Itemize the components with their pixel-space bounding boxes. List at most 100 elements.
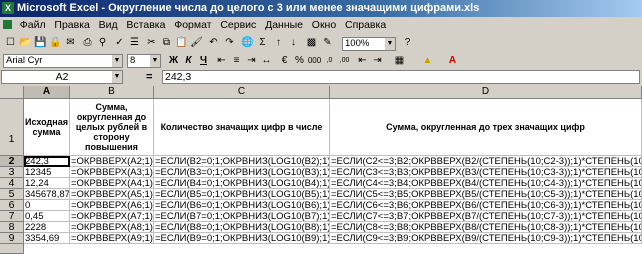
- cell-c9[interactable]: =ЕСЛИ(B9=0;1;ОКРВНИЗ(LOG10(B9);1)+1): [154, 233, 330, 244]
- new-icon[interactable]: ☐: [3, 36, 18, 50]
- row-header-9[interactable]: 9: [0, 233, 24, 244]
- cell-d2[interactable]: =ЕСЛИ(C2<=3;B2;ОКРВВЕРХ(B2/(СТЕПЕНЬ(10;C…: [330, 156, 642, 167]
- cell-d4[interactable]: =ЕСЛИ(C4<=3;B4;ОКРВВЕРХ(B4/(СТЕПЕНЬ(10;C…: [330, 178, 642, 189]
- header-cell-c[interactable]: Количество значащих цифр в числе: [154, 99, 330, 156]
- menu-help[interactable]: Справка: [342, 17, 389, 31]
- formula-input[interactable]: 242,3: [162, 70, 640, 84]
- menu-view[interactable]: Вид: [96, 17, 121, 31]
- column-header-d[interactable]: D: [330, 86, 642, 99]
- copy-icon[interactable]: ⧉: [159, 36, 174, 50]
- menu-insert[interactable]: Вставка: [123, 17, 168, 31]
- cell-b9[interactable]: =ОКРВВЕРХ(A9;1): [70, 233, 154, 244]
- cell-b5[interactable]: =ОКРВВЕРХ(A5;1): [70, 189, 154, 200]
- cell-c8[interactable]: =ЕСЛИ(B8=0;1;ОКРВНИЗ(LOG10(B8);1)+1): [154, 222, 330, 233]
- column-header-c[interactable]: C: [154, 86, 330, 99]
- cell-a2[interactable]: 242,3: [24, 156, 70, 167]
- excel-app-icon[interactable]: X: [2, 2, 14, 14]
- increase-indent-icon[interactable]: ⇥: [370, 54, 385, 68]
- cell-d3[interactable]: =ЕСЛИ(C3<=3;B3;ОКРВВЕРХ(B3/(СТЕПЕНЬ(10;C…: [330, 167, 642, 178]
- italic-button[interactable]: К: [181, 54, 196, 68]
- permission-icon[interactable]: 🔒: [48, 36, 63, 50]
- select-all-corner[interactable]: [0, 86, 24, 99]
- cell-d8[interactable]: =ЕСЛИ(C8<=3;B8;ОКРВВЕРХ(B8/(СТЕПЕНЬ(10;C…: [330, 222, 642, 233]
- font-color-icon[interactable]: A: [445, 54, 460, 68]
- cell-a6[interactable]: 0: [24, 200, 70, 211]
- formula-equals-icon[interactable]: =: [146, 71, 152, 83]
- cell-c6[interactable]: =ЕСЛИ(B6=0;1;ОКРВНИЗ(LOG10(B6);1)+1): [154, 200, 330, 211]
- header-cell-b[interactable]: Сумма, округленная до целых рублей в сто…: [70, 99, 154, 156]
- merge-center-icon[interactable]: ↔: [259, 54, 274, 68]
- column-header-a[interactable]: A: [24, 86, 70, 99]
- bold-button[interactable]: Ж: [166, 54, 181, 68]
- cell-b7[interactable]: =ОКРВВЕРХ(A7;1): [70, 211, 154, 222]
- menu-window[interactable]: Окно: [309, 17, 339, 31]
- cell-a3[interactable]: 12345: [24, 167, 70, 178]
- hyperlink-icon[interactable]: 🌐: [240, 36, 255, 50]
- save-icon[interactable]: 💾: [33, 36, 48, 50]
- cell-b2[interactable]: =ОКРВВЕРХ(A2;1): [70, 156, 154, 167]
- fill-color-icon[interactable]: ▲: [420, 54, 435, 68]
- sort-desc-icon[interactable]: ↓: [286, 36, 301, 50]
- cell-a5[interactable]: 345678,87: [24, 189, 70, 200]
- chevron-down-icon[interactable]: ▼: [149, 55, 160, 67]
- cell-b6[interactable]: =ОКРВВЕРХ(A6;1): [70, 200, 154, 211]
- underline-button[interactable]: Ч: [196, 54, 211, 68]
- zoom-select[interactable]: 100% ▼: [342, 37, 396, 51]
- decrease-indent-icon[interactable]: ⇤: [355, 54, 370, 68]
- menu-tools[interactable]: Сервис: [217, 17, 259, 31]
- thousands-icon[interactable]: 000: [307, 54, 322, 68]
- header-cell-d[interactable]: Сумма, округленная до трех значащих цифр: [330, 99, 642, 156]
- increase-decimal-icon[interactable]: ,0: [322, 54, 337, 68]
- worksheet-grid[interactable]: A B C D 1 Исходная сумма Сумма, округлен…: [0, 86, 642, 254]
- cell-d9[interactable]: =ЕСЛИ(C9<=3;B9;ОКРВВЕРХ(B9/(СТЕПЕНЬ(10;C…: [330, 233, 642, 244]
- cell-b3[interactable]: =ОКРВВЕРХ(A3;1): [70, 167, 154, 178]
- cell-d6[interactable]: =ЕСЛИ(C6<=3;B6;ОКРВВЕРХ(B6/(СТЕПЕНЬ(10;C…: [330, 200, 642, 211]
- decrease-decimal-icon[interactable]: ,00: [337, 54, 352, 68]
- paste-icon[interactable]: 📋: [174, 36, 189, 50]
- cell-c5[interactable]: =ЕСЛИ(B5=0;1;ОКРВНИЗ(LOG10(B5);1)+1): [154, 189, 330, 200]
- research-icon[interactable]: ☰: [127, 36, 142, 50]
- print-preview-icon[interactable]: ⚲: [95, 36, 110, 50]
- menu-file[interactable]: Файл: [17, 17, 49, 31]
- cut-icon[interactable]: ✂: [144, 36, 159, 50]
- cell-b8[interactable]: =ОКРВВЕРХ(A8;1): [70, 222, 154, 233]
- cell-d7[interactable]: =ЕСЛИ(C7<=3;B7;ОКРВВЕРХ(B7/(СТЕПЕНЬ(10;C…: [330, 211, 642, 222]
- open-icon[interactable]: 📂: [18, 36, 33, 50]
- percent-icon[interactable]: %: [292, 54, 307, 68]
- print-icon[interactable]: ⎙: [80, 36, 95, 50]
- drawing-icon[interactable]: ✎: [320, 36, 335, 50]
- cell-a4[interactable]: 12,24: [24, 178, 70, 189]
- align-left-icon[interactable]: ⇤: [214, 54, 229, 68]
- autosum-icon[interactable]: Σ: [255, 36, 270, 50]
- align-center-icon[interactable]: ≡: [229, 54, 244, 68]
- row-header-1[interactable]: 1: [0, 99, 24, 156]
- align-right-icon[interactable]: ⇥: [244, 54, 259, 68]
- redo-icon[interactable]: ↷: [222, 36, 237, 50]
- cell-a7[interactable]: 0,45: [24, 211, 70, 222]
- cell-a9[interactable]: 3354,69: [24, 233, 70, 244]
- cell-c7[interactable]: =ЕСЛИ(B7=0;1;ОКРВНИЗ(LOG10(B7);1)+1): [154, 211, 330, 222]
- cell-d5[interactable]: =ЕСЛИ(C5<=3;B5;ОКРВВЕРХ(B5/(СТЕПЕНЬ(10;C…: [330, 189, 642, 200]
- row-header-10[interactable]: [0, 244, 24, 254]
- font-name-select[interactable]: Arial Cyr ▼: [3, 54, 123, 68]
- chevron-down-icon[interactable]: ▼: [112, 71, 122, 83]
- cell-c2[interactable]: =ЕСЛИ(B2=0;1;ОКРВНИЗ(LOG10(B2);1)+1): [154, 156, 330, 167]
- currency-icon[interactable]: €: [277, 54, 292, 68]
- font-size-select[interactable]: 8 ▼: [127, 54, 161, 68]
- header-cell-a[interactable]: Исходная сумма: [24, 99, 70, 156]
- sort-asc-icon[interactable]: ↑: [271, 36, 286, 50]
- column-header-b[interactable]: B: [70, 86, 154, 99]
- chart-wizard-icon[interactable]: ▩: [304, 36, 319, 50]
- cell-c3[interactable]: =ЕСЛИ(B3=0;1;ОКРВНИЗ(LOG10(B3);1)+1): [154, 167, 330, 178]
- menu-data[interactable]: Данные: [262, 17, 306, 31]
- document-icon[interactable]: [3, 20, 12, 29]
- menu-edit[interactable]: Правка: [51, 17, 92, 31]
- undo-icon[interactable]: ↶: [206, 36, 221, 50]
- chevron-down-icon[interactable]: ▼: [384, 38, 395, 50]
- spelling-icon[interactable]: ✓: [112, 36, 127, 50]
- email-icon[interactable]: ✉: [63, 36, 78, 50]
- cell-c4[interactable]: =ЕСЛИ(B4=0;1;ОКРВНИЗ(LOG10(B4);1)+1): [154, 178, 330, 189]
- chevron-down-icon[interactable]: ▼: [111, 55, 122, 67]
- help-icon[interactable]: ?: [400, 36, 415, 50]
- menu-format[interactable]: Формат: [171, 17, 214, 31]
